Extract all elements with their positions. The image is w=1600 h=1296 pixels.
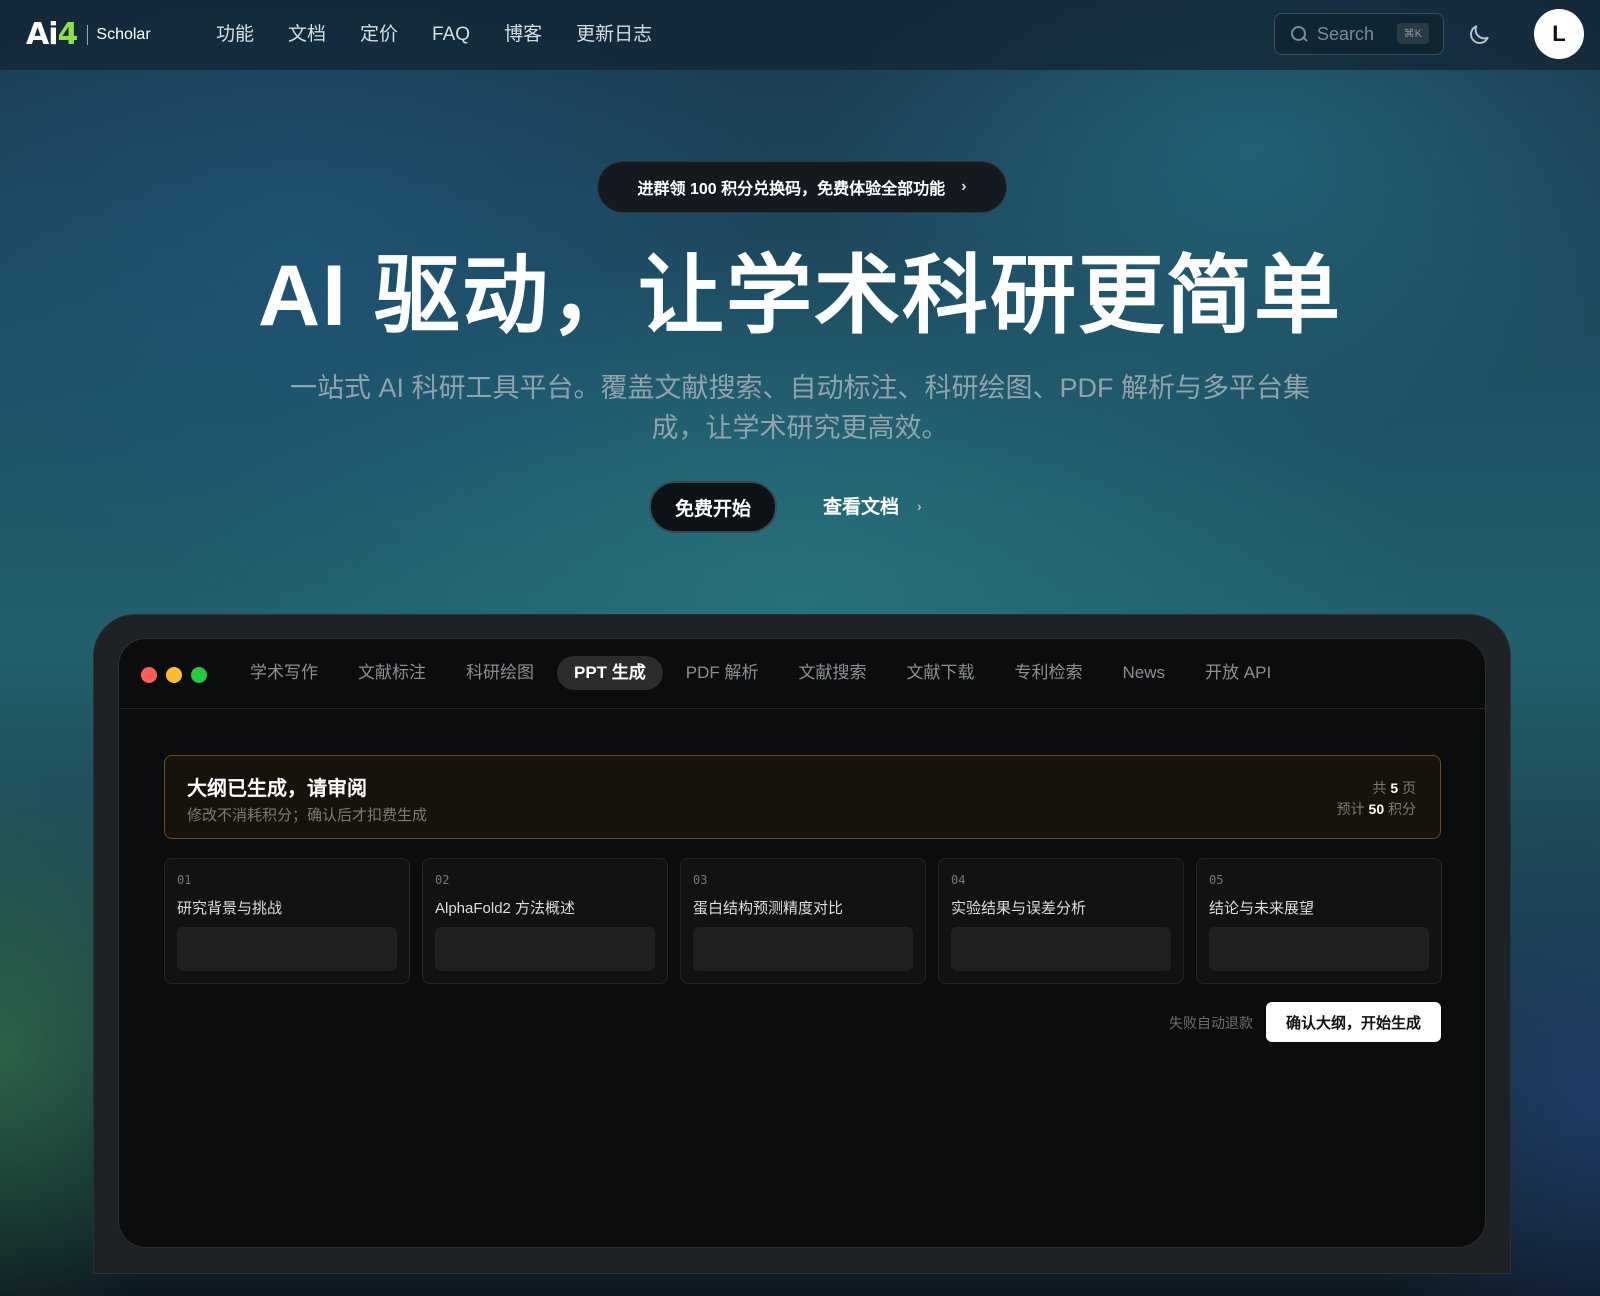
tab-literature-annotation[interactable]: 文献标注 xyxy=(341,656,443,690)
hero-subtitle: 一站式 AI 科研工具平台。覆盖文献搜索、自动标注、科研绘图、PDF 解析与多平… xyxy=(260,368,1340,448)
outline-card[interactable]: 01 研究背景与挑战 xyxy=(164,858,410,984)
hero-subtitle-line-2: 成，让学术研究更高效。 xyxy=(651,413,949,443)
estimated-cost: 预计 50 积分 xyxy=(1337,799,1416,820)
outline-card[interactable]: 03 蛋白结构预测精度对比 xyxy=(680,858,926,984)
tab-news[interactable]: News xyxy=(1106,656,1183,690)
window-minimize-dot xyxy=(166,667,182,683)
outline-card-number: 03 xyxy=(693,873,708,887)
logo-text: Scholar xyxy=(96,26,151,43)
demo-tab-bar: 学术写作 文献标注 科研绘图 PPT 生成 PDF 解析 文献搜索 文献下载 专… xyxy=(119,639,1485,709)
promo-text: 进群领 100 积分兑换码，免费体验全部功能 xyxy=(637,181,946,198)
chevron-right-icon: › xyxy=(961,178,967,195)
avatar[interactable]: L xyxy=(1534,9,1584,59)
get-started-button[interactable]: 免费开始 xyxy=(649,481,777,533)
search-shortcut-badge: ⌘K xyxy=(1396,23,1429,44)
search-button[interactable]: Search ⌘K xyxy=(1274,13,1444,55)
nav-links: 功能 文档 定价 FAQ 博客 更新日志 xyxy=(216,22,686,48)
outline-ready-notice: 大纲已生成，请审阅 修改不消耗积分；确认后才扣费生成 共 5 页 预计 50 积… xyxy=(164,755,1441,839)
hero-title: AI 驱动，让学术科研更简单 xyxy=(258,248,1342,344)
notice-summary: 共 5 页 预计 50 积分 xyxy=(1337,778,1416,820)
tab-literature-download[interactable]: 文献下载 xyxy=(890,656,992,690)
notice-subtitle: 修改不消耗积分；确认后才扣费生成 xyxy=(187,807,428,824)
outline-card-number: 02 xyxy=(435,873,450,887)
moon-icon[interactable] xyxy=(1466,22,1492,48)
view-docs-link[interactable]: 查看文档 › xyxy=(823,492,922,519)
chevron-right-icon: › xyxy=(917,497,922,514)
outline-card-title: 研究背景与挑战 xyxy=(177,900,283,917)
outline-card-number: 01 xyxy=(177,873,192,887)
outline-card-number: 05 xyxy=(1209,873,1224,887)
outline-card-title: AlphaFold2 方法概述 xyxy=(435,900,576,917)
logo-divider xyxy=(87,25,89,45)
page-count-suffix: 页 xyxy=(1402,780,1416,796)
outline-card-title: 结论与未来展望 xyxy=(1209,900,1315,917)
demo-tabs: 学术写作 文献标注 科研绘图 PPT 生成 PDF 解析 文献搜索 文献下载 专… xyxy=(233,656,1294,690)
outline-card-input[interactable] xyxy=(435,927,655,971)
tab-patent-search[interactable]: 专利检索 xyxy=(998,656,1100,690)
page-count-value: 5 xyxy=(1390,780,1399,796)
outline-card-input[interactable] xyxy=(177,927,397,971)
cost-value: 50 xyxy=(1368,801,1385,817)
cost-prefix: 预计 xyxy=(1336,801,1365,817)
logo-mark-ai: Ai xyxy=(26,17,59,52)
nav-link-faq[interactable]: FAQ xyxy=(432,22,470,48)
hero-subtitle-line-1: 一站式 AI 科研工具平台。覆盖文献搜索、自动标注、科研绘图、PDF 解析与多平… xyxy=(289,373,1310,403)
outline-card[interactable]: 04 实验结果与误差分析 xyxy=(938,858,1184,984)
view-docs-label: 查看文档 xyxy=(823,497,900,518)
tab-open-api[interactable]: 开放 API xyxy=(1188,656,1288,690)
outline-card-number: 04 xyxy=(951,873,966,887)
tab-pdf-parsing[interactable]: PDF 解析 xyxy=(669,656,776,690)
outline-card-title: 蛋白结构预测精度对比 xyxy=(693,900,844,917)
tab-ppt-generation[interactable]: PPT 生成 xyxy=(557,656,663,690)
promo-banner[interactable]: 进群领 100 积分兑换码，免费体验全部功能 › xyxy=(597,161,1007,213)
outline-card-title: 实验结果与误差分析 xyxy=(951,900,1087,917)
nav-link-pricing[interactable]: 定价 xyxy=(360,22,398,48)
notice-title: 大纲已生成，请审阅 xyxy=(187,778,367,800)
nav-link-docs[interactable]: 文档 xyxy=(288,22,326,48)
demo-window: 学术写作 文献标注 科研绘图 PPT 生成 PDF 解析 文献搜索 文献下载 专… xyxy=(118,638,1486,1248)
logo[interactable]: Ai4 Scholar xyxy=(26,20,151,50)
window-maximize-dot xyxy=(191,667,207,683)
search-placeholder: Search xyxy=(1317,23,1375,44)
tab-literature-search[interactable]: 文献搜索 xyxy=(782,656,884,690)
outline-cards: 01 研究背景与挑战 02 AlphaFold2 方法概述 03 蛋白结构预测精… xyxy=(164,858,1442,984)
confirm-outline-button[interactable]: 确认大纲，开始生成 xyxy=(1266,1002,1441,1042)
window-close-dot xyxy=(141,667,157,683)
nav-link-blog[interactable]: 博客 xyxy=(504,22,542,48)
outline-card[interactable]: 02 AlphaFold2 方法概述 xyxy=(422,858,668,984)
outline-card-input[interactable] xyxy=(1209,927,1429,971)
page-count: 共 5 页 xyxy=(1337,778,1416,799)
logo-mark-four: 4 xyxy=(57,17,79,52)
search-icon xyxy=(1289,24,1309,44)
refund-note: 失败自动退款 xyxy=(1169,1015,1253,1031)
logo-mark: Ai4 xyxy=(26,17,79,52)
nav-link-changelog[interactable]: 更新日志 xyxy=(576,22,652,48)
outline-card[interactable]: 05 结论与未来展望 xyxy=(1196,858,1442,984)
page-count-prefix: 共 xyxy=(1372,780,1387,796)
outline-card-input[interactable] xyxy=(951,927,1171,971)
tab-academic-writing[interactable]: 学术写作 xyxy=(233,656,335,690)
top-nav: Ai4 Scholar 功能 文档 定价 FAQ 博客 更新日志 Search … xyxy=(0,0,1600,70)
outline-card-input[interactable] xyxy=(693,927,913,971)
tab-research-figures[interactable]: 科研绘图 xyxy=(449,656,551,690)
cost-suffix: 积分 xyxy=(1388,801,1416,817)
nav-link-features[interactable]: 功能 xyxy=(216,22,254,48)
